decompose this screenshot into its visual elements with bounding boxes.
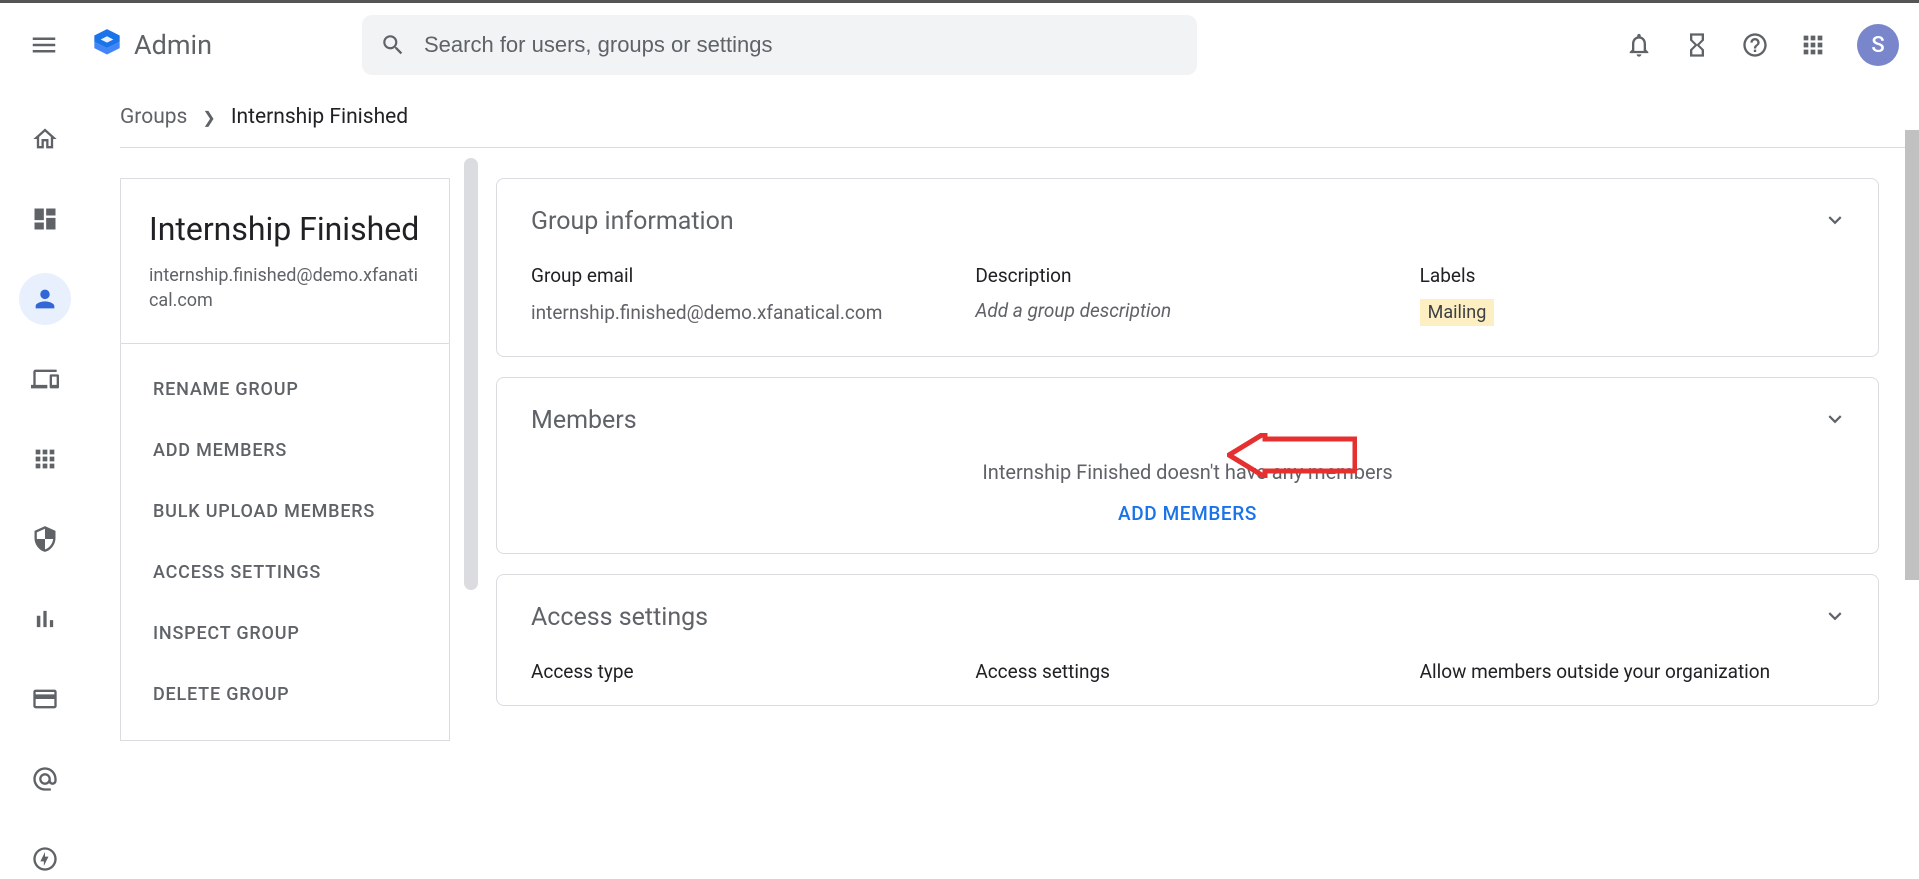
card-title: Members	[531, 406, 1844, 435]
info-placeholder[interactable]: Add a group description	[975, 299, 1399, 322]
action-delete-group[interactable]: DELETE GROUP	[121, 664, 449, 725]
info-label: Labels	[1420, 264, 1844, 287]
page-scrollbar[interactable]	[1905, 130, 1919, 580]
avatar[interactable]: S	[1857, 24, 1899, 66]
nav-dashboard[interactable]	[19, 193, 71, 245]
header-actions: S	[1625, 24, 1899, 66]
sidebar-actions: RENAME GROUP ADD MEMBERS BULK UPLOAD MEM…	[120, 344, 450, 741]
info-label: Access type	[531, 660, 955, 683]
nav-home[interactable]	[19, 113, 71, 165]
card-group-information[interactable]: Group information Group email internship…	[496, 178, 1879, 357]
info-label: Group email	[531, 264, 955, 287]
add-members-link[interactable]: ADD MEMBERS	[531, 502, 1844, 525]
info-col-description: Description Add a group description	[975, 264, 1399, 328]
action-rename-group[interactable]: RENAME GROUP	[121, 359, 449, 420]
label-chip: Mailing	[1420, 299, 1495, 326]
info-value: internship.finished@demo.xfanatical.com	[531, 299, 955, 328]
info-row: Access type Access settings Allow member…	[531, 660, 1844, 695]
card-title: Access settings	[531, 603, 1844, 632]
info-row: Group email internship.finished@demo.xfa…	[531, 264, 1844, 328]
expand-button[interactable]	[1822, 207, 1848, 237]
card-members[interactable]: Members Internship Finished doesn't have…	[496, 377, 1879, 554]
info-label: Description	[975, 264, 1399, 287]
info-col-outside: Allow members outside your organization	[1420, 660, 1844, 695]
app-title: Admin	[134, 29, 212, 61]
nav-directory[interactable]	[19, 273, 71, 325]
info-col-access-type: Access type	[531, 660, 955, 695]
info-col-email: Group email internship.finished@demo.xfa…	[531, 264, 955, 328]
group-header: Internship Finished internship.finished@…	[120, 178, 450, 344]
info-col-labels: Labels Mailing	[1420, 264, 1844, 328]
nav-billing[interactable]	[19, 673, 71, 725]
apps-icon[interactable]	[1799, 31, 1827, 59]
expand-button[interactable]	[1822, 406, 1848, 436]
group-title: Internship Finished	[149, 209, 421, 251]
chevron-down-icon	[1822, 603, 1848, 629]
breadcrumb: Groups ❯ Internship Finished	[120, 87, 1889, 147]
inner-scrollbar[interactable]	[464, 158, 478, 590]
notifications-icon[interactable]	[1625, 31, 1653, 59]
info-label: Access settings	[975, 660, 1399, 683]
action-inspect-group[interactable]: INSPECT GROUP	[121, 603, 449, 664]
action-add-members[interactable]: ADD MEMBERS	[121, 420, 449, 481]
main-menu-button[interactable]	[20, 21, 68, 69]
chevron-down-icon	[1822, 406, 1848, 432]
action-bulk-upload[interactable]: BULK UPLOAD MEMBERS	[121, 481, 449, 542]
nav-rules[interactable]	[19, 833, 71, 879]
hamburger-icon	[29, 30, 59, 60]
header: Admin S	[0, 3, 1919, 87]
nav-security[interactable]	[19, 513, 71, 565]
hourglass-icon[interactable]	[1683, 31, 1711, 59]
logo[interactable]: Admin	[88, 26, 212, 64]
search-input[interactable]	[424, 32, 1179, 58]
search-bar[interactable]	[362, 15, 1197, 75]
nav-reporting[interactable]	[19, 593, 71, 645]
members-empty-msg: Internship Finished doesn't have any mem…	[531, 460, 1844, 484]
expand-button[interactable]	[1822, 603, 1848, 633]
action-access-settings[interactable]: ACCESS SETTINGS	[121, 542, 449, 603]
admin-logo-icon	[88, 26, 126, 64]
group-email: internship.finished@demo.xfanatical.com	[149, 263, 421, 313]
main-cards: Group information Group email internship…	[486, 148, 1889, 741]
chevron-down-icon	[1822, 207, 1848, 233]
nav-devices[interactable]	[19, 353, 71, 405]
left-nav	[0, 88, 90, 879]
breadcrumb-current: Internship Finished	[231, 105, 408, 129]
info-col-access-settings: Access settings	[975, 660, 1399, 695]
main-layout: Internship Finished internship.finished@…	[120, 148, 1889, 741]
nav-apps[interactable]	[19, 433, 71, 485]
card-access-settings[interactable]: Access settings Access type Access setti…	[496, 574, 1879, 706]
card-title: Group information	[531, 207, 1844, 236]
nav-account[interactable]	[19, 753, 71, 805]
help-icon[interactable]	[1741, 31, 1769, 59]
breadcrumb-root[interactable]: Groups	[120, 105, 187, 129]
content: Groups ❯ Internship Finished Internship …	[90, 87, 1919, 741]
chevron-right-icon: ❯	[202, 108, 215, 127]
search-icon	[380, 32, 406, 58]
info-label: Allow members outside your organization	[1420, 660, 1844, 683]
group-sidebar: Internship Finished internship.finished@…	[120, 178, 450, 741]
